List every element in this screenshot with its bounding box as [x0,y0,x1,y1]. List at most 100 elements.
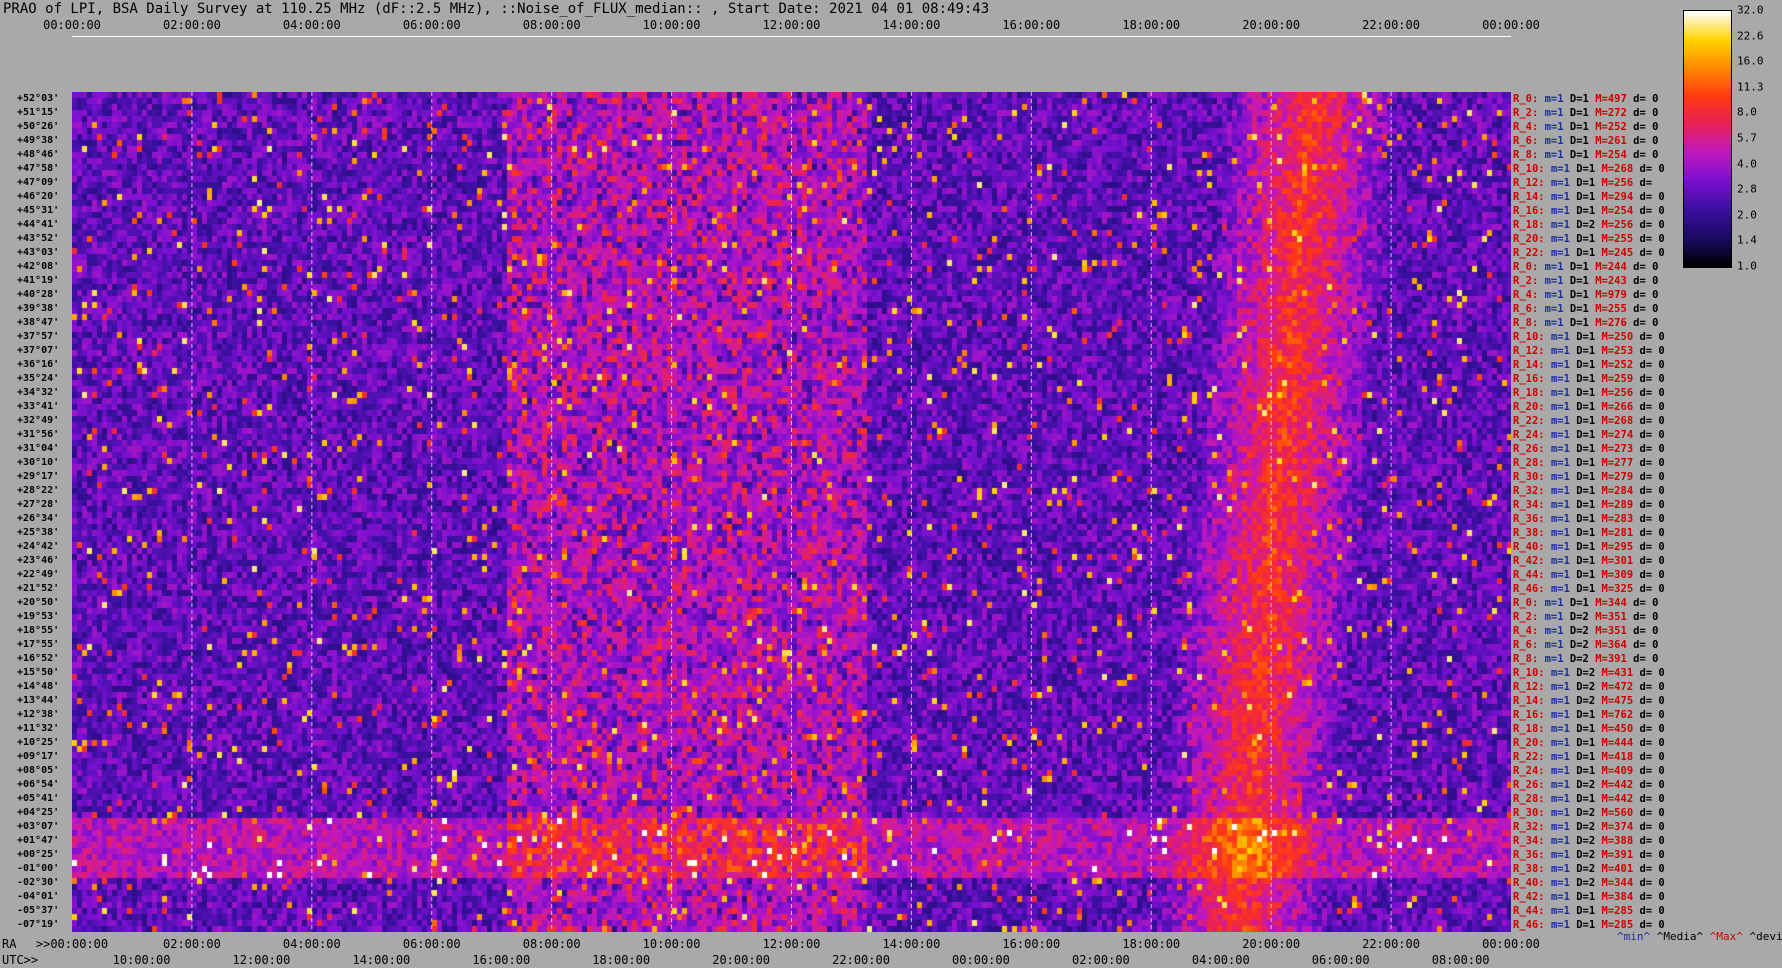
row-stat-label: R_4: [1513,289,1545,301]
bottom-utc-tick-label: 20:00:00 [712,953,771,967]
row-stat-max: M=277 [1601,457,1640,469]
declination-row: +13°44' [0,694,59,708]
row-stat-dev: d= 0 [1639,737,1665,749]
declination-value: +34°32' [17,387,60,398]
declination-value: +30°10' [17,457,60,468]
declination-row: +00°25' [0,848,59,862]
declination-row: -05°37' [0,904,59,918]
row-stat-median: D=1 [1576,429,1602,441]
row-stat: R_32: m=1 D=2 M=374 d= 0 [1513,820,1665,834]
row-stat-dev: d= 0 [1639,247,1665,259]
row-stat-dev: d= 0 [1633,275,1659,287]
row-stat: R_38: m=1 D=1 M=281 d= 0 [1513,526,1665,540]
declination-row: +24°42' [0,540,59,554]
row-stat-label: R_32: [1513,821,1551,833]
declination-row: +41°19' [0,274,59,288]
row-stat-median: D=2 [1576,681,1602,693]
declination-value: +49°38' [17,135,60,146]
chart-title: PRAO of LPI, BSA Daily Survey at 110.25 … [3,1,990,17]
row-stat: R_36: m=1 D=1 M=283 d= 0 [1513,512,1665,526]
row-stat-dev: d= 0 [1633,261,1659,273]
row-stat-min: m=1 [1544,611,1570,623]
row-stat-dev: d= 0 [1639,709,1665,721]
row-stat-max: M=325 [1601,583,1640,595]
row-stat-dev: d= 0 [1639,779,1665,791]
declination-value: +28°22' [17,485,60,496]
row-stat-dev: d= 0 [1639,415,1665,427]
declination-value: +18°55' [17,625,60,636]
row-stat-dev: d= 0 [1639,541,1665,553]
row-stat-median: D=1 [1576,905,1602,917]
declination-row: +15°50' [0,666,59,680]
row-stat-median: D=2 [1576,835,1602,847]
row-stat-label: R_18: [1513,219,1551,231]
row-stat-median: D=1 [1576,163,1602,175]
declination-row: +49°38' [0,134,59,148]
declination-row: +40°28' [0,288,59,302]
bottom-ra-tick-label: 10:00:00 [642,937,701,951]
row-stat-min: m=1 [1550,905,1577,917]
row-stat: R_8: m=1 D=1 M=276 d= 0 [1513,316,1658,330]
row-stat-dev: d= 0 [1639,163,1665,175]
declination-value: +05°41' [17,793,60,804]
row-stat-median: D=1 [1576,471,1602,483]
row-stat-min: m=1 [1550,555,1577,567]
declination-row: +47°09' [0,176,59,190]
row-stat-max: M=272 [1595,107,1634,119]
bottom-ra-tick-label: 08:00:00 [522,937,581,951]
declination-row: +32°49' [0,414,59,428]
row-stat: R_24: m=1 D=1 M=274 d= 0 [1513,428,1665,442]
row-stat-dev: d= 0 [1639,751,1665,763]
declination-row: +44°41' [0,218,59,232]
top-tick-label: 04:00:00 [282,18,341,32]
declination-row: +33°41' [0,400,59,414]
declination-row: +22°49' [0,568,59,582]
row-stat-dev: d= 0 [1633,639,1659,651]
row-stat: R_6: m=1 D=1 M=255 d= 0 [1513,302,1658,316]
colorbar [1683,10,1732,268]
row-stat-max: M=442 [1601,779,1640,791]
declination-row: +28°22' [0,484,59,498]
row-stat: R_0: m=1 D=1 M=244 d= 0 [1513,260,1658,274]
row-stat: R_4: m=1 D=1 M=979 d= 0 [1513,288,1658,302]
top-tick-label: 10:00:00 [642,18,701,32]
row-stat-min: m=1 [1550,345,1577,357]
bottom-utc-tick-label: 12:00:00 [232,953,291,967]
row-stat-dev: d= 0 [1639,373,1665,385]
row-stat-max: M=255 [1601,233,1640,245]
declination-row: +27°28' [0,498,59,512]
row-stat: R_0: m=1 D=1 M=344 d= 0 [1513,596,1658,610]
declination-row: -04°01' [0,890,59,904]
row-stat: R_40: m=1 D=1 M=295 d= 0 [1513,540,1665,554]
declination-value: +43°52' [17,233,60,244]
row-stat-min: m=1 [1550,513,1577,525]
row-stat-label: R_2: [1513,275,1545,287]
declination-row: +48°46' [0,148,59,162]
declination-value: +51°15' [17,107,60,118]
row-stat-max: M=497 [1595,93,1634,105]
row-stat-min: m=1 [1544,107,1570,119]
row-stat-label: R_28: [1513,793,1551,805]
row-stat-min: m=1 [1550,247,1577,259]
declination-row: +06°54' [0,778,59,792]
row-stat-min: m=1 [1544,289,1570,301]
row-stat-label: R_2: [1513,107,1545,119]
row-stat: R_32: m=1 D=1 M=284 d= 0 [1513,484,1665,498]
bottom-ra-tick-label: 22:00:00 [1362,937,1420,951]
row-stat-max: M=374 [1601,821,1640,833]
row-stat-label: R_2: [1513,611,1545,623]
declination-value: +15°50' [17,667,60,678]
row-stat-label: R_0: [1513,93,1545,105]
stats-legend: ^min^ ^Media^ ^Max^ ^devia^ [1617,930,1782,943]
row-stat-dev: d= 0 [1639,555,1665,567]
row-stat-max: M=762 [1601,709,1640,721]
row-stat-label: R_22: [1513,415,1551,427]
row-stat-max: M=409 [1601,765,1640,777]
declination-value: +45°31' [17,205,60,216]
declination-value: -01°00' [17,863,60,874]
row-stat-max: M=351 [1595,625,1634,637]
declination-value: +11°32' [17,723,60,734]
row-stat-label: R_12: [1513,177,1551,189]
bottom-ra-tick-label: 18:00:00 [1122,937,1181,951]
row-stat: R_24: m=1 D=1 M=409 d= 0 [1513,764,1665,778]
